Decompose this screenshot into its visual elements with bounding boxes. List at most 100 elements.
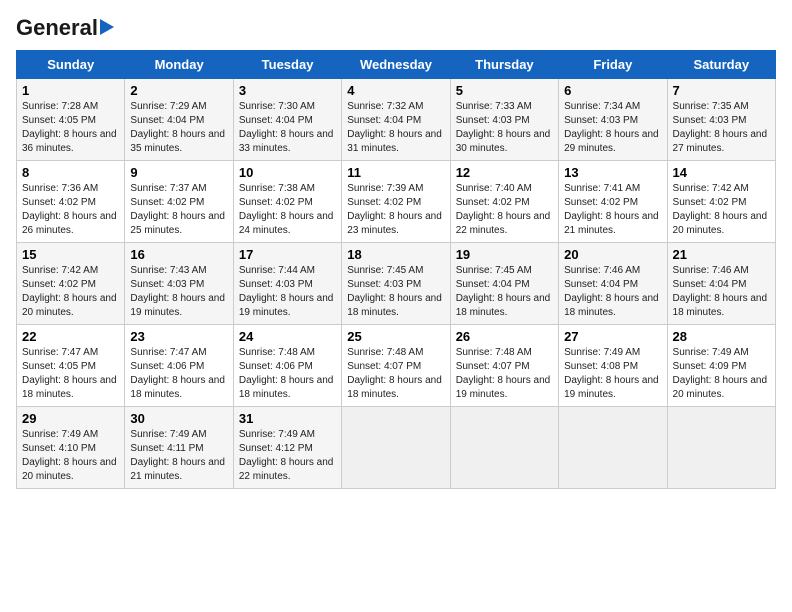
- calendar-week-row: 8 Sunrise: 7:36 AMSunset: 4:02 PMDayligh…: [17, 161, 776, 243]
- calendar-cell: 26 Sunrise: 7:48 AMSunset: 4:07 PMDaylig…: [450, 325, 558, 407]
- calendar-cell: 24 Sunrise: 7:48 AMSunset: 4:06 PMDaylig…: [233, 325, 341, 407]
- day-info: Sunrise: 7:48 AMSunset: 4:07 PMDaylight:…: [347, 347, 442, 400]
- day-number: 17: [239, 247, 336, 262]
- day-number: 4: [347, 83, 444, 98]
- calendar-cell: 22 Sunrise: 7:47 AMSunset: 4:05 PMDaylig…: [17, 325, 125, 407]
- calendar-cell: 29 Sunrise: 7:49 AMSunset: 4:10 PMDaylig…: [17, 407, 125, 489]
- day-info: Sunrise: 7:45 AMSunset: 4:03 PMDaylight:…: [347, 265, 442, 318]
- day-number: 27: [564, 329, 661, 344]
- day-info: Sunrise: 7:42 AMSunset: 4:02 PMDaylight:…: [673, 183, 768, 236]
- day-info: Sunrise: 7:36 AMSunset: 4:02 PMDaylight:…: [22, 183, 117, 236]
- day-info: Sunrise: 7:44 AMSunset: 4:03 PMDaylight:…: [239, 265, 334, 318]
- day-info: Sunrise: 7:42 AMSunset: 4:02 PMDaylight:…: [22, 265, 117, 318]
- day-number: 30: [130, 411, 227, 426]
- calendar-cell: 13 Sunrise: 7:41 AMSunset: 4:02 PMDaylig…: [559, 161, 667, 243]
- calendar-cell: 15 Sunrise: 7:42 AMSunset: 4:02 PMDaylig…: [17, 243, 125, 325]
- day-info: Sunrise: 7:49 AMSunset: 4:08 PMDaylight:…: [564, 347, 659, 400]
- day-info: Sunrise: 7:34 AMSunset: 4:03 PMDaylight:…: [564, 101, 659, 154]
- day-number: 29: [22, 411, 119, 426]
- col-header-saturday: Saturday: [667, 51, 775, 79]
- day-number: 3: [239, 83, 336, 98]
- calendar-cell: 4 Sunrise: 7:32 AMSunset: 4:04 PMDayligh…: [342, 79, 450, 161]
- day-number: 11: [347, 165, 444, 180]
- calendar-cell: 17 Sunrise: 7:44 AMSunset: 4:03 PMDaylig…: [233, 243, 341, 325]
- day-number: 22: [22, 329, 119, 344]
- calendar-header-row: SundayMondayTuesdayWednesdayThursdayFrid…: [17, 51, 776, 79]
- calendar-cell: 23 Sunrise: 7:47 AMSunset: 4:06 PMDaylig…: [125, 325, 233, 407]
- day-number: 18: [347, 247, 444, 262]
- logo-text-general: General: [16, 16, 114, 40]
- day-info: Sunrise: 7:35 AMSunset: 4:03 PMDaylight:…: [673, 101, 768, 154]
- day-number: 19: [456, 247, 553, 262]
- calendar-table: SundayMondayTuesdayWednesdayThursdayFrid…: [16, 50, 776, 489]
- day-info: Sunrise: 7:32 AMSunset: 4:04 PMDaylight:…: [347, 101, 442, 154]
- col-header-friday: Friday: [559, 51, 667, 79]
- calendar-week-row: 29 Sunrise: 7:49 AMSunset: 4:10 PMDaylig…: [17, 407, 776, 489]
- day-info: Sunrise: 7:49 AMSunset: 4:09 PMDaylight:…: [673, 347, 768, 400]
- day-info: Sunrise: 7:49 AMSunset: 4:11 PMDaylight:…: [130, 429, 225, 482]
- day-info: Sunrise: 7:43 AMSunset: 4:03 PMDaylight:…: [130, 265, 225, 318]
- day-info: Sunrise: 7:49 AMSunset: 4:10 PMDaylight:…: [22, 429, 117, 482]
- day-number: 10: [239, 165, 336, 180]
- day-info: Sunrise: 7:33 AMSunset: 4:03 PMDaylight:…: [456, 101, 551, 154]
- calendar-cell: [559, 407, 667, 489]
- day-info: Sunrise: 7:40 AMSunset: 4:02 PMDaylight:…: [456, 183, 551, 236]
- col-header-tuesday: Tuesday: [233, 51, 341, 79]
- calendar-cell: [342, 407, 450, 489]
- calendar-week-row: 22 Sunrise: 7:47 AMSunset: 4:05 PMDaylig…: [17, 325, 776, 407]
- col-header-thursday: Thursday: [450, 51, 558, 79]
- calendar-cell: 27 Sunrise: 7:49 AMSunset: 4:08 PMDaylig…: [559, 325, 667, 407]
- day-number: 6: [564, 83, 661, 98]
- calendar-cell: 1 Sunrise: 7:28 AMSunset: 4:05 PMDayligh…: [17, 79, 125, 161]
- day-number: 23: [130, 329, 227, 344]
- day-number: 1: [22, 83, 119, 98]
- calendar-cell: 18 Sunrise: 7:45 AMSunset: 4:03 PMDaylig…: [342, 243, 450, 325]
- calendar-cell: 31 Sunrise: 7:49 AMSunset: 4:12 PMDaylig…: [233, 407, 341, 489]
- day-number: 31: [239, 411, 336, 426]
- logo: General: [16, 16, 114, 40]
- day-info: Sunrise: 7:47 AMSunset: 4:06 PMDaylight:…: [130, 347, 225, 400]
- day-info: Sunrise: 7:47 AMSunset: 4:05 PMDaylight:…: [22, 347, 117, 400]
- calendar-cell: 8 Sunrise: 7:36 AMSunset: 4:02 PMDayligh…: [17, 161, 125, 243]
- col-header-wednesday: Wednesday: [342, 51, 450, 79]
- calendar-cell: 9 Sunrise: 7:37 AMSunset: 4:02 PMDayligh…: [125, 161, 233, 243]
- calendar-cell: 11 Sunrise: 7:39 AMSunset: 4:02 PMDaylig…: [342, 161, 450, 243]
- day-info: Sunrise: 7:39 AMSunset: 4:02 PMDaylight:…: [347, 183, 442, 236]
- day-number: 25: [347, 329, 444, 344]
- col-header-monday: Monday: [125, 51, 233, 79]
- calendar-cell: 10 Sunrise: 7:38 AMSunset: 4:02 PMDaylig…: [233, 161, 341, 243]
- day-number: 26: [456, 329, 553, 344]
- day-info: Sunrise: 7:45 AMSunset: 4:04 PMDaylight:…: [456, 265, 551, 318]
- calendar-cell: 16 Sunrise: 7:43 AMSunset: 4:03 PMDaylig…: [125, 243, 233, 325]
- col-header-sunday: Sunday: [17, 51, 125, 79]
- page-header: General: [16, 16, 776, 40]
- day-number: 13: [564, 165, 661, 180]
- day-number: 24: [239, 329, 336, 344]
- day-number: 7: [673, 83, 770, 98]
- day-number: 21: [673, 247, 770, 262]
- day-number: 14: [673, 165, 770, 180]
- day-info: Sunrise: 7:38 AMSunset: 4:02 PMDaylight:…: [239, 183, 334, 236]
- calendar-cell: 14 Sunrise: 7:42 AMSunset: 4:02 PMDaylig…: [667, 161, 775, 243]
- calendar-cell: 2 Sunrise: 7:29 AMSunset: 4:04 PMDayligh…: [125, 79, 233, 161]
- calendar-cell: 19 Sunrise: 7:45 AMSunset: 4:04 PMDaylig…: [450, 243, 558, 325]
- calendar-cell: 7 Sunrise: 7:35 AMSunset: 4:03 PMDayligh…: [667, 79, 775, 161]
- calendar-cell: 20 Sunrise: 7:46 AMSunset: 4:04 PMDaylig…: [559, 243, 667, 325]
- day-info: Sunrise: 7:28 AMSunset: 4:05 PMDaylight:…: [22, 101, 117, 154]
- calendar-cell: [450, 407, 558, 489]
- day-info: Sunrise: 7:37 AMSunset: 4:02 PMDaylight:…: [130, 183, 225, 236]
- day-info: Sunrise: 7:48 AMSunset: 4:07 PMDaylight:…: [456, 347, 551, 400]
- day-number: 16: [130, 247, 227, 262]
- day-number: 8: [22, 165, 119, 180]
- day-info: Sunrise: 7:41 AMSunset: 4:02 PMDaylight:…: [564, 183, 659, 236]
- day-info: Sunrise: 7:46 AMSunset: 4:04 PMDaylight:…: [564, 265, 659, 318]
- day-info: Sunrise: 7:49 AMSunset: 4:12 PMDaylight:…: [239, 429, 334, 482]
- calendar-cell: 28 Sunrise: 7:49 AMSunset: 4:09 PMDaylig…: [667, 325, 775, 407]
- day-number: 9: [130, 165, 227, 180]
- calendar-cell: 21 Sunrise: 7:46 AMSunset: 4:04 PMDaylig…: [667, 243, 775, 325]
- calendar-cell: 3 Sunrise: 7:30 AMSunset: 4:04 PMDayligh…: [233, 79, 341, 161]
- day-info: Sunrise: 7:29 AMSunset: 4:04 PMDaylight:…: [130, 101, 225, 154]
- calendar-cell: 5 Sunrise: 7:33 AMSunset: 4:03 PMDayligh…: [450, 79, 558, 161]
- day-number: 20: [564, 247, 661, 262]
- day-number: 28: [673, 329, 770, 344]
